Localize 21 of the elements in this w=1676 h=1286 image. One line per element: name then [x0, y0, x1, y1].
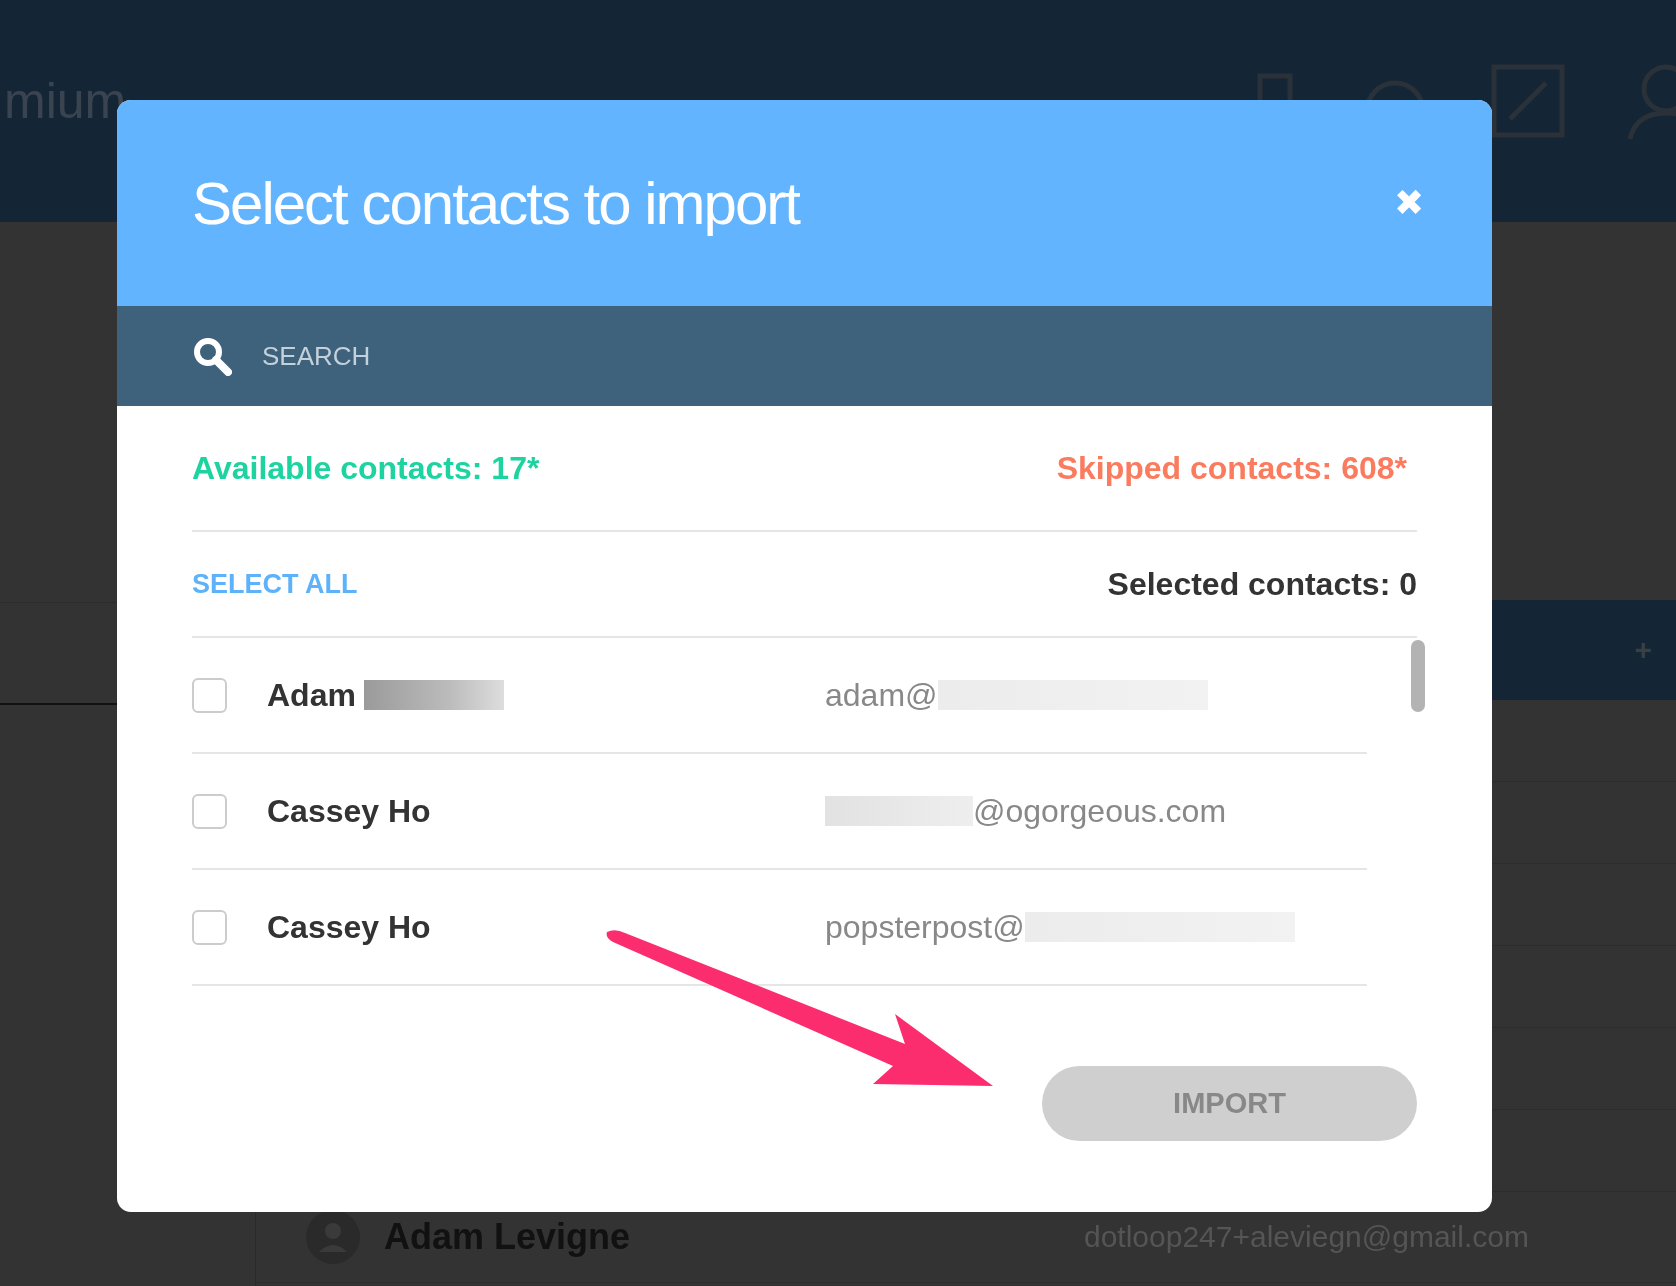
checkbox[interactable]	[192, 909, 227, 945]
contact-name: Cassey Ho	[267, 792, 431, 830]
contact-name: Cassey Ho	[267, 908, 431, 946]
dialog-title: Select contacts to import	[192, 168, 799, 238]
checkbox[interactable]	[192, 793, 227, 829]
search-field[interactable]: SEARCH	[260, 339, 864, 373]
skipped-count: Skipped contacts: 608*	[1056, 449, 1407, 487]
contact-name: Adam	[267, 676, 356, 714]
search-icon	[192, 336, 232, 376]
checkbox[interactable]	[192, 677, 227, 713]
avatar-icon	[306, 1210, 360, 1264]
contact-email: @ogorgeous.com	[973, 792, 1227, 830]
edit-icon[interactable]	[1490, 63, 1566, 139]
select-all-link[interactable]: SELECT ALL	[192, 568, 358, 600]
available-count: Available contacts: 17*	[192, 449, 540, 487]
close-button[interactable]: ✖	[1394, 182, 1424, 224]
add-button[interactable]: +	[1634, 633, 1652, 667]
contact-email: popsterpost@	[825, 908, 1025, 946]
selected-count: Selected contacts: 0	[1107, 565, 1417, 603]
contact-email: adam@	[825, 676, 938, 714]
scrollbar-thumb[interactable]	[1411, 640, 1425, 712]
